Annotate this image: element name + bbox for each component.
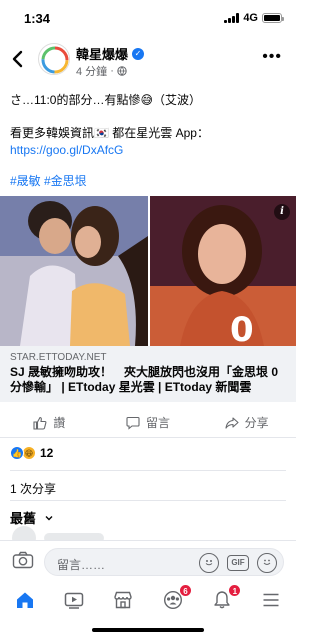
post-hashtags[interactable]: #晟敏 #金思垠 <box>10 172 87 189</box>
thumbs-up-icon <box>33 416 47 430</box>
status-time: 1:34 <box>24 11 51 26</box>
home-icon <box>16 592 33 608</box>
info-icon[interactable]: i <box>274 204 290 220</box>
nav-home[interactable] <box>0 582 49 618</box>
comment-icon <box>126 416 140 430</box>
status-icons: 4G <box>224 12 284 24</box>
status-bar: 1:34 4G <box>0 0 296 38</box>
comment-sort-dropdown[interactable]: 最舊 <box>10 508 54 527</box>
marketplace-icon <box>114 591 133 609</box>
post-line-1: さ…11:0的部分…有點慘😅（艾波） <box>10 93 201 107</box>
post-body: さ…11:0的部分…有點慘😅（艾波） 看更多韓娛資訊🇰🇷 都在星光雲 App：h… <box>10 92 288 175</box>
reaction-summary[interactable]: 👍 😆 12 <box>10 446 53 460</box>
post-image[interactable]: 0 i <box>0 196 296 346</box>
haha-reaction-icon: 😆 <box>22 446 36 460</box>
reaction-count: 12 <box>40 446 54 460</box>
post-header: 韓星爆爆 ✓ 4 分鐘 · ••• <box>0 40 296 82</box>
comment-button[interactable]: 留言 <box>99 408 198 437</box>
back-arrow-icon[interactable] <box>8 48 28 70</box>
more-options-icon[interactable]: ••• <box>262 48 282 66</box>
chevron-down-icon <box>45 515 53 520</box>
like-button[interactable]: 讚 <box>0 408 99 437</box>
camera-icon[interactable] <box>12 551 34 569</box>
comment-input[interactable]: 留言…… GIF <box>44 548 284 576</box>
post-time[interactable]: 4 分鐘 <box>76 63 107 79</box>
image-right-panel: 0 i <box>150 196 296 346</box>
verified-badge-icon: ✓ <box>132 47 145 60</box>
comment-placeholder: 留言…… <box>57 558 106 572</box>
post-meta: 4 分鐘 · <box>76 63 127 79</box>
signal-icon <box>224 13 240 23</box>
like-label: 讚 <box>53 416 66 430</box>
share-icon <box>225 416 239 429</box>
divider <box>10 500 286 501</box>
gif-button[interactable]: GIF <box>227 555 249 571</box>
post-line-2: 看更多韓娛資訊🇰🇷 都在星光雲 App：https://goo.gl/DxAfc… <box>10 126 209 157</box>
composer-icons: GIF <box>199 553 277 573</box>
like-reaction-icon: 👍 <box>10 446 24 460</box>
video-icon <box>64 592 84 609</box>
notifications-badge: 1 <box>228 584 242 597</box>
groups-badge: 6 <box>178 584 192 597</box>
network-label: 4G <box>243 12 258 24</box>
divider <box>10 470 286 471</box>
nav-watch[interactable] <box>49 582 98 618</box>
nav-notifications[interactable]: 1 <box>197 582 246 618</box>
page-name[interactable]: 韓星爆爆 ✓ <box>76 44 145 63</box>
globe-icon <box>117 66 127 76</box>
battery-icon <box>262 13 284 23</box>
sort-label: 最舊 <box>10 511 37 526</box>
sticker-icon[interactable] <box>199 553 219 573</box>
share-label: 分享 <box>244 416 269 430</box>
home-indicator <box>92 628 204 632</box>
page-avatar[interactable] <box>38 43 70 75</box>
emoji-icon[interactable] <box>257 553 277 573</box>
nav-groups[interactable]: 6 <box>148 582 197 618</box>
hamburger-menu-icon <box>263 593 279 607</box>
nav-marketplace[interactable] <box>99 582 148 618</box>
bottom-nav: 6 1 <box>0 582 296 618</box>
post-actions: 讚 留言 分享 <box>0 408 296 438</box>
preview-domain: STAR.ETTODAY.NET <box>10 352 107 363</box>
comment-label: 留言 <box>146 416 171 430</box>
image-left-panel <box>0 196 148 346</box>
nav-menu[interactable] <box>247 582 296 618</box>
preview-title: SJ 晟敏擁吻助攻！ 夾大腿放閃也沒用「金思垠 0 分慘輸」 | ETtoday… <box>10 365 279 394</box>
post-link[interactable]: https://goo.gl/DxAfcG <box>10 143 123 157</box>
page-name-text[interactable]: 韓星爆爆 <box>76 44 128 63</box>
svg-text:0: 0 <box>230 310 254 346</box>
comment-composer: 留言…… GIF <box>0 540 296 582</box>
link-preview[interactable]: STAR.ETTODAY.NET SJ 晟敏擁吻助攻！ 夾大腿放閃也沒用「金思垠… <box>0 346 296 402</box>
share-button[interactable]: 分享 <box>197 408 296 437</box>
share-count[interactable]: 1 次分享 <box>10 480 56 497</box>
